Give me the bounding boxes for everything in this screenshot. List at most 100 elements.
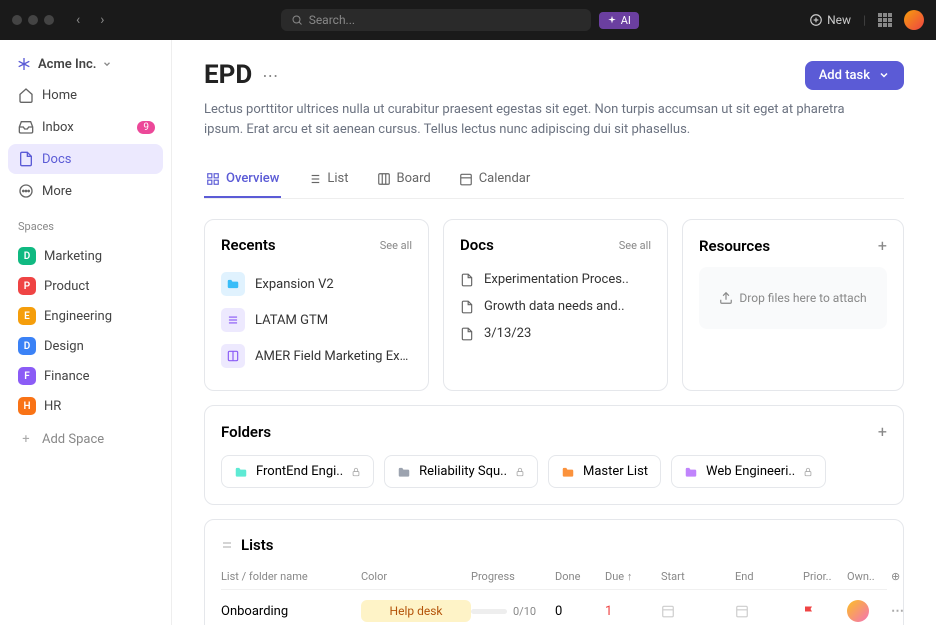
sparkle-icon [607, 15, 617, 25]
folder-icon [226, 277, 240, 291]
drag-icon[interactable] [221, 539, 233, 551]
folder-label: Web Engineeri.. [706, 464, 795, 479]
tab-board[interactable]: Board [375, 163, 433, 198]
end-date[interactable] [735, 604, 803, 618]
recent-item[interactable]: LATAM GTM [221, 302, 412, 338]
home-icon [18, 87, 34, 103]
add-space-button[interactable]: + Add Space [8, 423, 163, 455]
priority-flag[interactable] [803, 604, 847, 618]
lock-icon [803, 467, 813, 477]
folder-icon [397, 466, 411, 478]
folder-label: Master List [583, 464, 648, 479]
nav-forward[interactable]: › [94, 10, 110, 30]
list-row[interactable]: Onboarding Help desk 0/10 0 1 ⋯ [221, 589, 887, 625]
doc-icon [460, 327, 474, 341]
recents-card: Recents See all Expansion V2 LATAM GTM A… [204, 219, 429, 391]
user-avatar[interactable] [904, 10, 924, 30]
lock-icon [351, 467, 361, 477]
list-icon [307, 172, 321, 186]
inbox-badge: 9 [137, 121, 155, 134]
space-item[interactable]: EEngineering [8, 301, 163, 331]
page-title: EPD [204, 60, 252, 90]
spaces-label: Spaces [8, 208, 163, 239]
org-switcher[interactable]: Acme Inc. [8, 50, 163, 78]
org-logo-icon [16, 56, 32, 72]
apps-grid-icon[interactable] [878, 13, 892, 27]
search-input[interactable]: Search... [281, 9, 591, 31]
doc-item[interactable]: Growth data needs and.. [460, 293, 651, 320]
nav-inbox[interactable]: Inbox 9 [8, 112, 163, 142]
doc-icon [460, 273, 474, 287]
space-item[interactable]: PProduct [8, 271, 163, 301]
due-header[interactable]: Due ↑ [605, 570, 661, 583]
space-label: Marketing [44, 249, 102, 264]
docs-title: Docs [460, 236, 494, 254]
nav-docs[interactable]: Docs [8, 144, 163, 174]
new-button[interactable]: New [809, 13, 851, 27]
owner-avatar[interactable] [847, 600, 869, 622]
tab-list[interactable]: List [305, 163, 350, 198]
plus-circle-icon [809, 13, 823, 27]
nav-home[interactable]: Home [8, 80, 163, 110]
lists-title: Lists [241, 536, 273, 554]
space-icon: D [18, 247, 36, 265]
resources-title: Resources [699, 237, 770, 255]
tab-overview[interactable]: Overview [204, 163, 281, 198]
tabs: Overview List Board Calendar [204, 163, 904, 199]
folder-chip[interactable]: Reliability Squ.. [384, 455, 538, 488]
folder-chip[interactable]: Web Engineeri.. [671, 455, 826, 488]
page-description: Lectus porttitor ultrices nulla ut curab… [204, 100, 884, 139]
resources-card: Resources + Drop files here to attach [682, 219, 904, 391]
calendar-icon [459, 172, 473, 186]
ai-button[interactable]: AI [599, 12, 639, 29]
search-placeholder: Search... [309, 13, 355, 27]
folders-card: Folders + FrontEnd Engi.. Reliability Squ… [204, 405, 904, 505]
chevron-down-icon [878, 69, 890, 81]
more-icon [18, 183, 34, 199]
docs-see-all[interactable]: See all [619, 239, 651, 252]
page-more-icon[interactable]: ⋯ [262, 66, 278, 85]
folders-title: Folders [221, 423, 271, 441]
add-resource-button[interactable]: + [878, 236, 887, 255]
add-column-button[interactable]: ⊕ [891, 570, 919, 583]
upload-icon [719, 291, 733, 305]
recents-see-all[interactable]: See all [380, 239, 412, 252]
whiteboard-icon [226, 349, 240, 363]
space-item[interactable]: FFinance [8, 361, 163, 391]
list-icon [226, 313, 240, 327]
space-item[interactable]: DDesign [8, 331, 163, 361]
row-more-icon[interactable]: ⋯ [891, 604, 919, 619]
folder-icon [561, 466, 575, 478]
space-label: Design [44, 339, 84, 354]
add-folder-button[interactable]: + [878, 422, 887, 441]
org-name: Acme Inc. [38, 57, 96, 72]
color-tag[interactable]: Help desk [361, 600, 471, 622]
docs-card: Docs See all Experimentation Proces.. Gr… [443, 219, 668, 391]
doc-item[interactable]: 3/13/23 [460, 320, 651, 347]
space-item[interactable]: D Marketing [8, 241, 163, 271]
recents-title: Recents [221, 236, 276, 254]
inbox-icon [18, 119, 34, 135]
tab-calendar[interactable]: Calendar [457, 163, 533, 198]
recent-item[interactable]: Expansion V2 [221, 266, 412, 302]
list-name: Onboarding [221, 604, 361, 619]
done-count: 0 [555, 604, 605, 619]
folder-chip[interactable]: FrontEnd Engi.. [221, 455, 374, 488]
nav-more[interactable]: More [8, 176, 163, 206]
topbar: ‹ › Search... AI New | [0, 0, 936, 40]
drop-zone[interactable]: Drop files here to attach [699, 267, 887, 329]
add-task-button[interactable]: Add task [805, 61, 904, 90]
space-icon: E [18, 307, 36, 325]
lists-card: Lists List / folder name Color Progress … [204, 519, 904, 625]
folder-label: FrontEnd Engi.. [256, 464, 343, 479]
space-label: Product [44, 279, 89, 294]
doc-item[interactable]: Experimentation Proces.. [460, 266, 651, 293]
recent-item[interactable]: AMER Field Marketing Experim [221, 338, 412, 374]
space-label: Finance [44, 369, 89, 384]
lock-icon [515, 467, 525, 477]
space-item[interactable]: HHR [8, 391, 163, 421]
overview-icon [206, 172, 220, 186]
folder-chip[interactable]: Master List [548, 455, 661, 488]
start-date[interactable] [661, 604, 735, 618]
nav-back[interactable]: ‹ [70, 10, 86, 30]
